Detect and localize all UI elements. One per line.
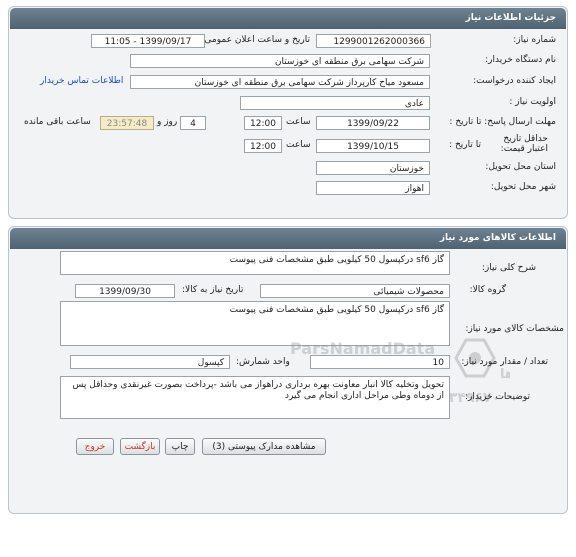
summary-label: شرح کلی نیاز:	[481, 263, 536, 273]
unit-label: واحد شمارش:	[236, 357, 290, 367]
remaining-time-label: ساعت باقی مانده	[24, 117, 91, 127]
priority-field: عادی	[240, 96, 430, 110]
buyer-contact-link[interactable]: اطلاعات تماس خریدار	[40, 76, 123, 86]
print-button[interactable]: چاپ	[165, 438, 195, 455]
validity-date-field: 1399/10/15	[316, 139, 430, 153]
qty-field: 10	[310, 355, 450, 369]
validity-time-label: ساعت	[286, 140, 311, 150]
city-label: شهر محل تحویل:	[490, 182, 556, 192]
creator-field: مسعود میاح کارپرداز شرکت سهامی برق منطقه…	[130, 75, 430, 89]
group-field: محصولات شیمیائی	[260, 284, 450, 298]
validity-to-label: تا تاریخ :	[449, 140, 481, 150]
province-field: خوزستان	[316, 161, 430, 175]
unit-field: کپسول	[70, 355, 230, 369]
validity-time-field: 12:00	[244, 139, 282, 153]
need-date-label: تاریخ نیاز به کالا:	[182, 285, 244, 295]
back-button[interactable]: بازگشت	[120, 438, 160, 455]
goods-info-header: اطلاعات کالاهای مورد نیاز	[10, 228, 566, 249]
priority-label: اولویت نیاز :	[509, 97, 556, 107]
buyer-label: نام دستگاه خریدار:	[485, 55, 556, 65]
city-field: اهواز	[316, 181, 430, 195]
days-label: روز و	[157, 117, 178, 127]
days-remaining-field: 4	[180, 116, 206, 130]
summary-field: گاز sf6 درکپسول 50 کیلویی طبق مشخصات فنی…	[60, 251, 450, 275]
specs-label: مشخصات کالای مورد نیاز:	[465, 324, 564, 334]
send-deadline-label: مهلت ارسال پاسخ: تا تاریخ :	[449, 117, 556, 127]
attachments-button[interactable]: مشاهده مدارک پیوستی (3)	[202, 438, 326, 455]
province-label: استان محل تحویل:	[485, 162, 556, 172]
need-number-label: شماره نیاز:	[513, 35, 556, 45]
notes-label: توضیحات خریدار:	[464, 392, 530, 402]
remaining-time-field: 23:57:48	[100, 116, 154, 130]
need-number-field: 1299001262000366	[316, 34, 431, 48]
qty-label: تعداد / مقدار مورد نیاز:	[461, 357, 548, 367]
buyer-field: شرکت سهامی برق منطقه ای خوزستان	[130, 54, 430, 68]
notes-field: تحویل وتخلیه کالا انبار معاونت بهره بردا…	[60, 376, 450, 419]
announce-label: تاریخ و ساعت اعلان عمومی:	[201, 35, 310, 45]
exit-button[interactable]: خروج	[76, 438, 114, 455]
need-details-header: جزئیات اطلاعات نیاز	[10, 8, 566, 29]
creator-label: ایجاد کننده درخواست:	[473, 76, 556, 86]
send-deadline-date-field: 1399/09/22	[316, 116, 430, 130]
group-label: گروه کالا:	[469, 285, 506, 295]
send-deadline-time-field: 12:00	[244, 116, 282, 130]
validity-label: حداقل تاریخ اعتبار قیمت:	[500, 134, 548, 154]
specs-field: گاز sf6 درکپسول 50 کیلویی طبق مشخصات فنی…	[60, 301, 450, 346]
send-deadline-time-label: ساعت	[286, 117, 311, 127]
announce-date-field: 1399/09/17 - 11:05	[91, 34, 205, 48]
need-date-field: 1399/09/30	[75, 284, 175, 298]
